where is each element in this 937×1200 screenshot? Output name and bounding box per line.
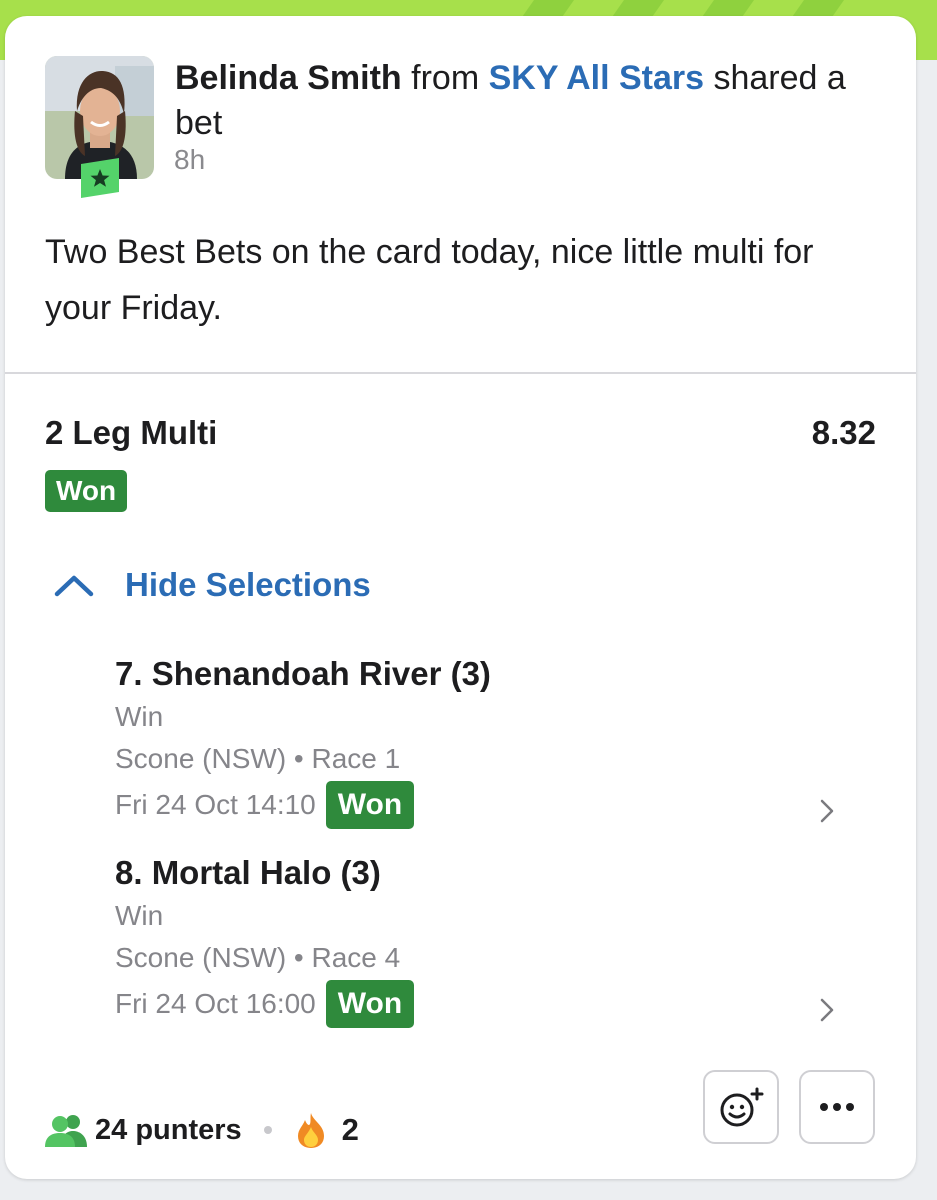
post-time: 8h bbox=[174, 144, 206, 175]
engagement-bar: 24 punters 2 bbox=[45, 1108, 359, 1152]
status-badge: Won bbox=[45, 470, 128, 512]
punters-count[interactable]: 24 punters bbox=[95, 1114, 242, 1147]
post-message: Two Best Bets on the card today, nice li… bbox=[45, 233, 814, 327]
runner-name: 7. Shenandoah River (3) bbox=[115, 655, 491, 692]
runner-name: 8. Mortal Halo (3) bbox=[115, 854, 381, 891]
bet-post-card: Belinda Smith from SKY All Stars shared … bbox=[5, 16, 916, 1179]
hide-selections-toggle[interactable]: Hide Selections bbox=[51, 562, 371, 608]
group-link[interactable]: SKY All Stars bbox=[489, 59, 704, 97]
add-reaction-button[interactable] bbox=[703, 1070, 779, 1144]
fire-icon bbox=[297, 1113, 324, 1148]
chevron-up-icon bbox=[54, 575, 94, 597]
toggle-label: Hide Selections bbox=[125, 566, 371, 603]
meeting: Scone (NSW) • Race 4 bbox=[115, 942, 401, 973]
meeting: Scone (NSW) • Race 1 bbox=[115, 743, 401, 774]
star-badge-icon bbox=[81, 158, 119, 198]
post-header: Belinda Smith from SKY All Stars shared … bbox=[175, 56, 885, 146]
reaction-count[interactable]: 2 bbox=[342, 1112, 359, 1148]
bet-odds: 8.32 bbox=[811, 414, 876, 451]
race-datetime: Fri 24 Oct 14:10 bbox=[115, 789, 316, 820]
leg-item[interactable]: 8. Mortal Halo (3) Win Scone (NSW) • Rac… bbox=[115, 851, 875, 1029]
author-name[interactable]: Belinda Smith bbox=[175, 59, 402, 97]
from-text: from bbox=[411, 59, 480, 97]
add-reaction-icon bbox=[720, 1087, 764, 1127]
market: Win bbox=[115, 900, 164, 931]
separator-dot bbox=[263, 1126, 272, 1134]
market: Win bbox=[115, 701, 164, 732]
more-options-button[interactable] bbox=[799, 1070, 875, 1144]
leg-status-badge: Won bbox=[325, 980, 415, 1028]
divider bbox=[5, 372, 916, 374]
chevron-right-icon bbox=[820, 799, 834, 823]
chevron-right-icon bbox=[820, 998, 834, 1022]
leg-status-badge: Won bbox=[325, 781, 415, 829]
bet-type: 2 Leg Multi bbox=[45, 414, 218, 451]
more-dots-icon bbox=[820, 1103, 854, 1111]
leg-item[interactable]: 7. Shenandoah River (3) Win Scone (NSW) … bbox=[115, 652, 875, 830]
race-datetime: Fri 24 Oct 16:00 bbox=[115, 988, 316, 1019]
people-icon bbox=[45, 1115, 87, 1147]
